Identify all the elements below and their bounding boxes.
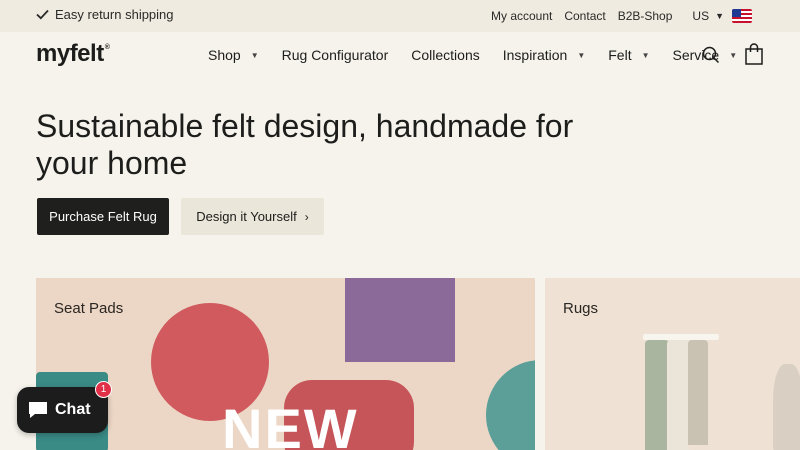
nav-item-felt[interactable]: Felt ▼: [608, 47, 649, 63]
chat-notification-badge: 1: [95, 381, 112, 398]
seat-pads-label: Seat Pads: [54, 300, 124, 317]
search-icon[interactable]: [702, 46, 720, 69]
nav-shop-label: Shop: [208, 47, 241, 63]
category-card-rugs[interactable]: Rugs: [545, 278, 800, 450]
my-account-link[interactable]: My account: [491, 9, 552, 23]
logo[interactable]: myfelt®: [36, 40, 110, 68]
nav-item-shop[interactable]: Shop ▼: [208, 47, 259, 63]
purchase-felt-rug-label: Purchase Felt Rug: [49, 209, 157, 224]
white-towel-image: [667, 340, 689, 450]
announcement-bar: Easy return shipping My account Contact …: [0, 0, 800, 32]
main-nav: Shop ▼ Rug Configurator Collections Inspi…: [208, 47, 760, 63]
country-selector[interactable]: US ▼: [692, 9, 752, 23]
beige-towel-image: [688, 340, 708, 445]
design-it-yourself-label: Design it Yourself: [196, 209, 297, 224]
nav-item-collections[interactable]: Collections: [411, 47, 479, 63]
design-it-yourself-button[interactable]: Design it Yourself ›: [181, 198, 324, 235]
purple-square-pad-image: [345, 278, 455, 362]
logo-text: myfelt: [36, 40, 104, 67]
us-flag-icon: [732, 9, 752, 23]
chat-button[interactable]: Chat: [17, 387, 108, 433]
utility-links: My account Contact B2B-Shop US ▼: [479, 9, 752, 23]
new-overlay-text: NEW: [222, 397, 359, 450]
teal-round-pad-image: [486, 360, 535, 450]
chevron-down-icon: ▼: [641, 50, 650, 60]
chevron-down-icon: ▼: [577, 50, 586, 60]
plant-vase-image: [773, 364, 800, 450]
nav-felt-label: Felt: [608, 47, 632, 63]
country-code: US: [692, 9, 710, 23]
hero-title: Sustainable felt design, handmade for yo…: [36, 108, 574, 181]
green-towel-image: [645, 340, 669, 450]
shopping-bag-icon[interactable]: [745, 43, 763, 70]
nav-configurator-label: Rug Configurator: [281, 47, 389, 63]
nav-item-rug-configurator[interactable]: Rug Configurator: [282, 47, 389, 63]
nav-inspiration-label: Inspiration: [502, 47, 568, 63]
contact-link[interactable]: Contact: [564, 9, 605, 23]
chevron-down-icon: ▼: [250, 50, 259, 60]
checkmark-icon: [36, 9, 49, 20]
chat-label: Chat: [55, 401, 91, 418]
chevron-down-icon: ▼: [715, 11, 724, 21]
registered-mark: ®: [104, 44, 110, 51]
shipping-text: Easy return shipping: [55, 7, 174, 22]
chevron-down-icon: ▼: [729, 50, 738, 60]
rugs-label: Rugs: [563, 300, 599, 317]
nav-collections-label: Collections: [411, 47, 480, 63]
category-card-seat-pads[interactable]: NEW Seat Pads: [36, 278, 535, 450]
nav-item-inspiration[interactable]: Inspiration ▼: [503, 47, 586, 63]
chevron-right-icon: ›: [304, 209, 309, 224]
site-header: myfelt® Shop ▼ Rug Configurator Collectio…: [0, 32, 800, 78]
purchase-felt-rug-button[interactable]: Purchase Felt Rug: [37, 198, 169, 235]
shipping-notice: Easy return shipping: [36, 7, 174, 22]
b2b-shop-link[interactable]: B2B-Shop: [618, 9, 673, 23]
chat-bubble-icon: [29, 402, 47, 418]
